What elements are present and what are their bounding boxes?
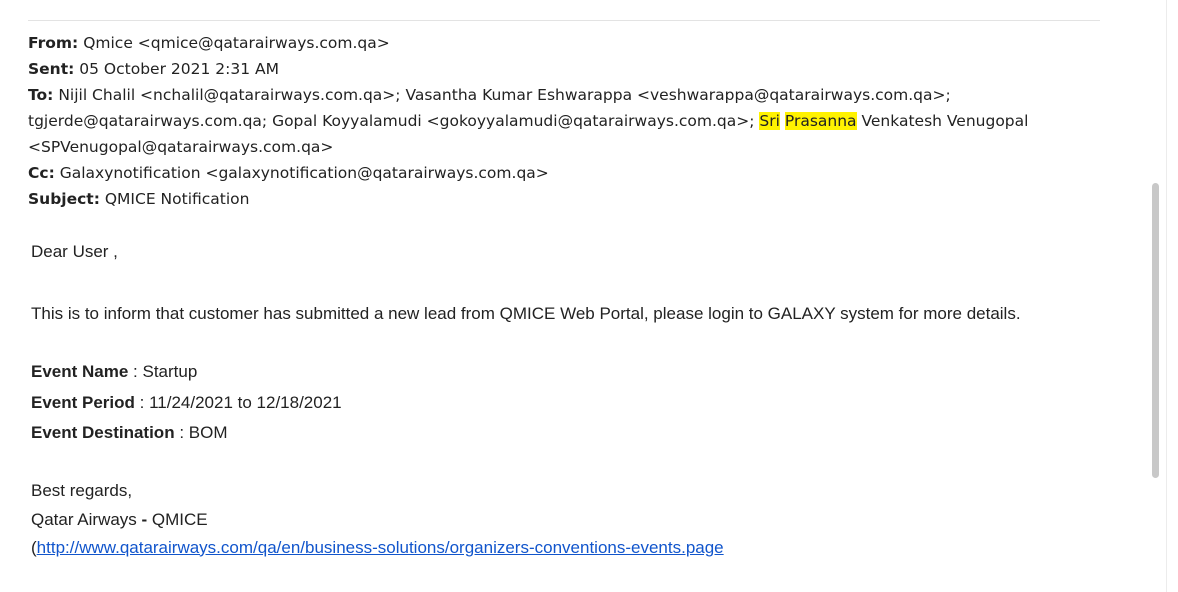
cc-line: Cc: Galaxynotification <galaxynotificati… [28,160,1108,186]
email-header: From: Qmice <qmice@qatarairways.com.qa> … [28,30,1108,212]
highlight-sri: Sri [759,112,780,130]
from-line: From: Qmice <qmice@qatarairways.com.qa> [28,30,1108,56]
from-value[interactable]: Qmice <qmice@qatarairways.com.qa> [83,34,390,52]
signature-team: QMICE [151,509,208,529]
event-period-value: : 11/24/2021 to 12/18/2021 [134,392,342,412]
signature-name: Qatar Airways [31,509,137,529]
from-label: From: [28,34,79,52]
event-destination-row: Event Destination : BOM [31,418,1031,449]
header-divider [28,20,1100,21]
email-body: Dear User , This is to inform that custo… [31,238,1031,562]
event-destination-key: Event Destination [31,423,175,442]
to-line: To: Nijil Chalil <nchalil@qatarairways.c… [28,82,1108,160]
signature: Qatar Airways - QMICE [31,506,1031,534]
highlight-prasanna: Prasanna [784,112,857,130]
subject-line: Subject: QMICE Notification [28,186,1108,212]
event-period-row: Event Period : 11/24/2021 to 12/18/2021 [31,388,1031,419]
event-name-value: : Startup [128,362,198,381]
greeting: Dear User , [31,242,118,261]
subject-label: Subject: [28,190,100,208]
event-name-row: Event Name : Startup [31,357,1031,388]
subject-value: QMICE Notification [104,190,250,208]
cc-label: Cc: [28,164,55,182]
cc-value[interactable]: Galaxynotification <galaxynotification@q… [60,164,549,182]
intro-paragraph: This is to inform that customer has subm… [31,304,1021,323]
scrollbar-track[interactable] [1166,0,1178,592]
sent-label: Sent: [28,60,75,78]
event-name-key: Event Name [31,362,129,381]
event-destination-value: : BOM [174,423,228,442]
sent-line: Sent: 05 October 2021 2:31 AM [28,56,1108,82]
to-label: To: [28,86,54,104]
events-page-link[interactable]: http://www.qatarairways.com/qa/en/busine… [37,538,724,557]
signature-link-line: (http://www.qatarairways.com/qa/en/busin… [31,534,1031,562]
regards: Best regards, [31,480,133,500]
scrollbar-thumb[interactable] [1152,183,1159,478]
event-period-key: Event Period [31,392,135,412]
sent-value: 05 October 2021 2:31 AM [79,60,279,78]
event-details: Event Name : Startup Event Period : 11/2… [31,357,1031,449]
signature-dash: - [136,509,152,529]
